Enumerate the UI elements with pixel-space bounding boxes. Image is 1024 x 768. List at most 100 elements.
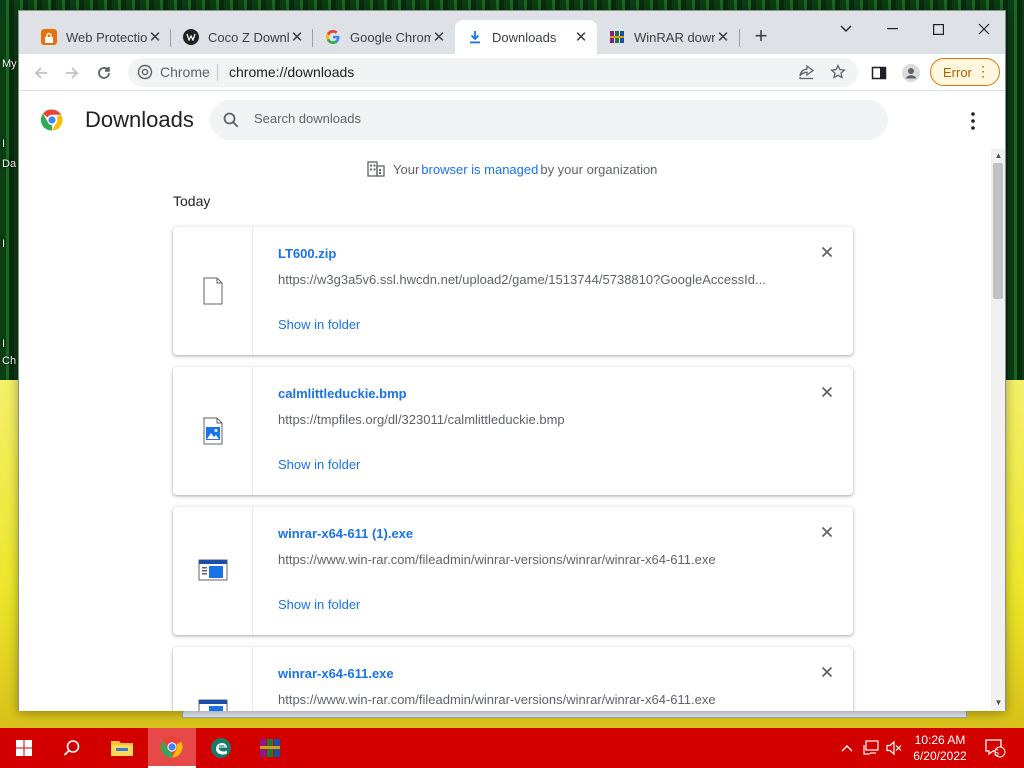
bookmark-star-icon[interactable] (830, 63, 846, 85)
tab-title: Downloads (492, 29, 557, 45)
show-in-folder-link[interactable]: Show in folder (278, 457, 360, 472)
maximize-button[interactable] (915, 15, 961, 43)
tab-downloads[interactable]: Downloads ✕ (455, 20, 597, 54)
scrollbar-thumb[interactable] (993, 163, 1003, 299)
error-label: Error (943, 64, 972, 80)
download-source-url[interactable]: https://w3g3a5v6.ssl.hwcdn.net/upload2/g… (278, 272, 798, 287)
remove-download-icon[interactable] (818, 243, 836, 261)
windows-logo-icon (16, 740, 32, 756)
edge-taskbar-icon[interactable] (197, 728, 245, 768)
download-icon-column (173, 227, 253, 355)
browser-toolbar: Chrome chrome://downloads Error ⋮ (19, 54, 1005, 91)
tab-search-chevron-icon[interactable] (823, 15, 869, 43)
remove-download-icon[interactable] (818, 663, 836, 681)
scroll-up-arrow-icon[interactable]: ▲ (994, 151, 1003, 160)
show-in-folder-link[interactable]: Show in folder (278, 597, 360, 612)
system-clock[interactable]: 10:26 AM 6/20/2022 (905, 732, 975, 764)
url-text[interactable]: chrome://downloads (229, 64, 354, 80)
winrar-taskbar-icon[interactable] (246, 728, 294, 768)
profile-avatar-icon[interactable] (898, 60, 924, 86)
tab-title: WinRAR download (634, 29, 715, 45)
notification-count-badge: 5 (994, 748, 1000, 758)
download-source-url[interactable]: https://www.win-rar.com/fileadmin/winrar… (278, 552, 798, 567)
coco-logo-icon (183, 29, 199, 45)
network-icon[interactable] (860, 728, 882, 768)
chrome-window: Web Protection ✕ Coco Z Downloads ✕ Goog… (18, 10, 1006, 711)
download-arrow-icon (467, 29, 483, 45)
desktop-icon-label[interactable]: Da (2, 158, 16, 170)
chrome-taskbar-icon[interactable] (148, 728, 196, 768)
desktop-icon-label[interactable]: My (2, 58, 17, 70)
downloads-header: Downloads (19, 92, 1005, 148)
exe-file-icon (198, 559, 228, 581)
desktop-icon-label[interactable]: Ch (2, 355, 16, 367)
google-g-icon (325, 29, 341, 45)
back-button[interactable] (28, 60, 54, 86)
reload-button[interactable] (91, 60, 117, 86)
scroll-down-arrow-icon[interactable]: ▼ (994, 698, 1003, 707)
chrome-menu-icon[interactable]: ⋮ (976, 63, 990, 80)
tab-close-button[interactable]: ✕ (289, 28, 305, 46)
managed-link[interactable]: browser is managed (421, 162, 538, 177)
clock-time: 10:26 AM (914, 733, 966, 747)
start-button[interactable] (0, 728, 48, 768)
chrome-logo-icon (40, 108, 64, 137)
tab-divider (739, 29, 740, 47)
forward-button[interactable] (59, 60, 85, 86)
tab-close-button[interactable]: ✕ (573, 28, 589, 46)
address-bar[interactable]: Chrome chrome://downloads (128, 58, 858, 87)
search-downloads-box[interactable] (210, 100, 888, 140)
volume-muted-icon[interactable] (884, 728, 904, 768)
tab-close-button[interactable]: ✕ (431, 28, 447, 46)
download-filename-link[interactable]: winrar-x64-611.exe (278, 666, 394, 681)
tab-strip: Web Protection ✕ Coco Z Downloads ✕ Goog… (19, 11, 1005, 54)
close-window-button[interactable] (961, 15, 1007, 43)
remove-download-icon[interactable] (818, 523, 836, 541)
windows-taskbar: 10:26 AM 6/20/2022 5 (0, 728, 1024, 768)
download-source-url[interactable]: https://www.win-rar.com/fileadmin/winrar… (278, 692, 798, 707)
tab-title: Coco Z Downloads (208, 29, 289, 45)
file-explorer-taskbar-icon[interactable] (98, 728, 146, 768)
date-section-heading: Today (173, 193, 211, 209)
search-icon (222, 111, 240, 134)
remove-download-icon[interactable] (818, 383, 836, 401)
magnifier-icon (63, 740, 80, 756)
exe-file-icon (198, 699, 228, 711)
download-filename-link[interactable]: LT600.zip (278, 246, 336, 261)
generic-file-icon (201, 277, 225, 305)
search-input[interactable] (254, 111, 854, 126)
tab-close-button[interactable]: ✕ (715, 28, 731, 46)
managed-prefix: Your (393, 161, 420, 177)
tab-coco-downloads[interactable]: Coco Z Downloads ✕ (171, 20, 313, 54)
desktop-icon-label[interactable]: I (2, 138, 5, 150)
search-taskbar-button[interactable] (48, 728, 96, 768)
download-filename-link[interactable]: calmlittleduckie.bmp (278, 386, 407, 401)
download-source-url[interactable]: https://tmpfiles.org/dl/323011/calmlittl… (278, 412, 798, 427)
show-in-folder-link[interactable]: Show in folder (278, 317, 360, 332)
page-title: Downloads (85, 107, 194, 132)
side-panel-icon[interactable] (866, 60, 892, 86)
download-item: winrar-x64-611.exe https://www.win-rar.c… (173, 647, 853, 711)
profile-error-button[interactable]: Error ⋮ (930, 58, 1000, 86)
desktop-icon-label[interactable]: I (2, 238, 5, 250)
managed-notice: Your browser is managed by your organiza… (367, 161, 657, 177)
clock-date: 6/20/2022 (913, 749, 967, 763)
new-tab-button[interactable]: + (749, 25, 773, 47)
minimize-button[interactable] (869, 15, 915, 43)
notification-center-icon[interactable]: 5 (980, 728, 1010, 768)
chrome-page-icon[interactable] (137, 64, 153, 85)
download-filename-link[interactable]: winrar-x64-611 (1).exe (278, 526, 413, 541)
managed-suffix: by your organization (540, 161, 658, 177)
tab-winrar-download[interactable]: WinRAR download ✕ (597, 20, 739, 54)
lock-shield-icon (41, 29, 57, 45)
desktop-icon-label[interactable]: I (2, 338, 5, 350)
share-icon[interactable] (798, 64, 815, 85)
download-item: calmlittleduckie.bmp https://tmpfiles.or… (173, 367, 853, 495)
downloads-page: Downloads Your browser is managed by you… (19, 92, 1005, 711)
tab-google-chrome[interactable]: Google Chrome ✕ (313, 20, 455, 54)
more-actions-icon[interactable] (963, 110, 983, 132)
download-icon-column (173, 647, 253, 711)
tab-close-button[interactable]: ✕ (147, 28, 163, 46)
tray-overflow-chevron-icon[interactable] (838, 728, 856, 768)
tab-web-protection[interactable]: Web Protection ✕ (29, 20, 171, 54)
